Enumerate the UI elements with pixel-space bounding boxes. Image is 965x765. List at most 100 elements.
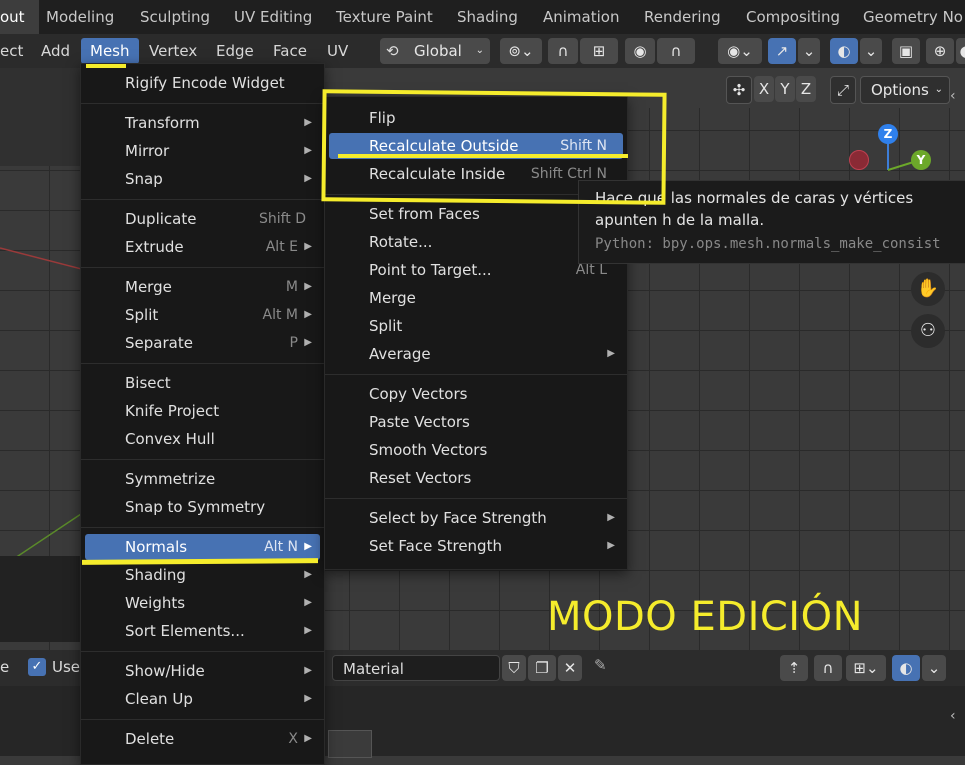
menu-item-symmetrize[interactable]: Symmetrize (85, 466, 320, 492)
menu-item-average[interactable]: Average ▶ (329, 341, 623, 367)
tab-geometry-nodes[interactable]: Geometry No (849, 0, 965, 34)
tab-modeling[interactable]: Modeling (32, 0, 128, 34)
tab-uv-editing[interactable]: UV Editing (220, 0, 326, 34)
transform-orientation-dropdown[interactable]: ⟲ Global ⌄ (380, 38, 490, 64)
menu-item-smooth-vectors[interactable]: Smooth Vectors (329, 437, 623, 463)
mirror-x-toggle[interactable]: X (754, 76, 774, 102)
menu-item-convex-hull[interactable]: Convex Hull (85, 426, 320, 452)
fake-user-button[interactable]: ⛉ (502, 655, 526, 681)
annotation-underline-recalculate-outside (338, 154, 628, 158)
submenu-arrow-icon: ▶ (607, 512, 615, 523)
menu-item-select-by-face-strength[interactable]: Select by Face Strength ▶ (329, 505, 623, 531)
submenu-arrow-icon: ▶ (304, 117, 312, 128)
options-dropdown[interactable]: Options ⌄ (860, 76, 950, 104)
orientation-value: Global (414, 42, 462, 60)
tab-animation[interactable]: Animation (529, 0, 633, 34)
menu-item-show-hide[interactable]: Show/Hide ▶ (85, 658, 320, 684)
menu-item-separate[interactable]: Separate P ▶ (85, 330, 320, 356)
gizmo-y-axis[interactable]: Y (911, 150, 931, 170)
menu-item-merge-normals[interactable]: Merge (329, 285, 623, 311)
gizmo-dropdown[interactable]: ⌄ (798, 38, 820, 64)
copy-icon: ❐ (535, 659, 549, 677)
gizmo-z-axis[interactable]: Z (878, 124, 898, 144)
submenu-arrow-icon: ▶ (607, 540, 615, 551)
menu-item-rigify-encode-widget[interactable]: Rigify Encode Widget (85, 70, 320, 96)
menu-item-merge[interactable]: Merge M ▶ (85, 274, 320, 300)
node-sidebar-expand-arrow[interactable]: ‹ (950, 708, 956, 724)
submenu-arrow-icon: ▶ (304, 665, 312, 676)
menu-item-mirror[interactable]: Mirror ▶ (85, 138, 320, 164)
mirror-y-toggle[interactable]: Y (775, 76, 795, 102)
menu-item-extrude[interactable]: Extrude Alt E ▶ (85, 234, 320, 260)
menu-item-transform[interactable]: Transform ▶ (85, 110, 320, 136)
menu-item-reset-vectors[interactable]: Reset Vectors (329, 465, 623, 491)
menu-item-clean-up[interactable]: Clean Up ▶ (85, 686, 320, 712)
menu-mesh[interactable]: Mesh (81, 38, 139, 64)
node-snap-toggle[interactable]: ∩ (814, 655, 842, 681)
menu-item-label: Merge (125, 278, 172, 296)
tab-texture-paint[interactable]: Texture Paint (322, 0, 447, 34)
menu-item-duplicate[interactable]: Duplicate Shift D (85, 206, 320, 232)
duplicate-material-button[interactable]: ❐ (528, 655, 556, 681)
menu-item-shading[interactable]: Shading ▶ (85, 562, 320, 588)
tab-sculpting[interactable]: Sculpting (126, 0, 224, 34)
menu-item-split[interactable]: Split Alt M ▶ (85, 302, 320, 328)
sidebar-expand-arrow[interactable]: ‹ (950, 88, 956, 104)
topology-mirror-button[interactable]: ⤢ (830, 76, 856, 104)
gizmo-toggle[interactable]: ↗ (768, 38, 796, 64)
snap-target-dropdown[interactable]: ⊞ (580, 38, 618, 64)
node-overlays-toggle[interactable]: ◐ (892, 655, 920, 681)
annotation-underline-mesh (86, 64, 126, 68)
globe-icon: ⊕ (933, 42, 947, 60)
overlays-toggle[interactable]: ◐ (830, 38, 858, 64)
camera-view-icon[interactable]: ⚇ (911, 314, 945, 348)
menu-item-copy-vectors[interactable]: Copy Vectors (329, 381, 623, 407)
menu-item-knife-project[interactable]: Knife Project (85, 398, 320, 424)
menu-item-snap[interactable]: Snap ▶ (85, 166, 320, 192)
menu-item-normals[interactable]: Normals Alt N ▶ (85, 534, 320, 560)
solid-shading-button[interactable]: ● (956, 38, 965, 64)
menu-item-label: Duplicate (125, 210, 197, 228)
node-overlays-dropdown[interactable]: ⌄ (922, 655, 946, 681)
pan-hand-icon[interactable]: ✋ (911, 272, 945, 306)
node-snap-target-dropdown[interactable]: ⊞⌄ (846, 655, 886, 681)
gizmo-negative-x-axis[interactable] (849, 150, 869, 170)
tab-shading[interactable]: Shading (443, 0, 532, 34)
menu-item-snap-to-symmetry[interactable]: Snap to Symmetry (85, 494, 320, 520)
mirror-options-button[interactable]: ✣ (726, 76, 752, 104)
proportional-edit-toggle[interactable]: ◉ (625, 38, 655, 64)
visibility-dropdown[interactable]: ◉⌄ (718, 38, 762, 64)
wireframe-shading-button[interactable]: ⊕ (926, 38, 954, 64)
mirror-z-toggle[interactable]: Z (796, 76, 816, 102)
parent-node-tree-button[interactable]: ⇡ (780, 655, 808, 681)
material-output-node-thumbnail[interactable] (328, 730, 372, 758)
menu-item-sort-elements[interactable]: Sort Elements... ▶ (85, 618, 320, 644)
menu-item-delete[interactable]: Delete X ▶ (85, 726, 320, 752)
unlink-material-button[interactable]: ✕ (558, 655, 582, 681)
shortcut-text: X (288, 731, 298, 747)
snap-toggle[interactable]: ∩ (548, 38, 578, 64)
pin-icon[interactable]: ✎ (594, 656, 607, 674)
menu-item-weights[interactable]: Weights ▶ (85, 590, 320, 616)
menu-item-paste-vectors[interactable]: Paste Vectors (329, 409, 623, 435)
menu-add[interactable]: Add (32, 34, 79, 68)
menu-item-label: Show/Hide (125, 662, 205, 680)
use-nodes-checkbox[interactable]: ✓ (28, 658, 46, 676)
menu-select[interactable]: ect (0, 34, 32, 68)
snap-increment-icon: ⊞ (592, 42, 606, 60)
menu-item-bisect[interactable]: Bisect (85, 370, 320, 396)
tab-compositing[interactable]: Compositing (732, 0, 854, 34)
menu-item-label: Knife Project (125, 402, 220, 420)
xray-toggle[interactable]: ▣ (892, 38, 920, 64)
proportional-falloff-dropdown[interactable]: ∩ (657, 38, 695, 64)
menu-item-split-normals[interactable]: Split (329, 313, 623, 339)
submenu-arrow-icon: ▶ (304, 173, 312, 184)
overlays-dropdown[interactable]: ⌄ (860, 38, 882, 64)
pivot-point-dropdown[interactable]: ⊚⌄ (500, 38, 542, 64)
tooltip-python-path: Python: bpy.ops.mesh.normals_make_consis… (595, 236, 941, 252)
menu-item-set-face-strength[interactable]: Set Face Strength ▶ (329, 533, 623, 559)
material-name-field[interactable]: Material (332, 655, 500, 681)
menu-separator (325, 498, 627, 499)
tab-rendering[interactable]: Rendering (630, 0, 735, 34)
submenu-arrow-icon: ▶ (304, 541, 312, 552)
